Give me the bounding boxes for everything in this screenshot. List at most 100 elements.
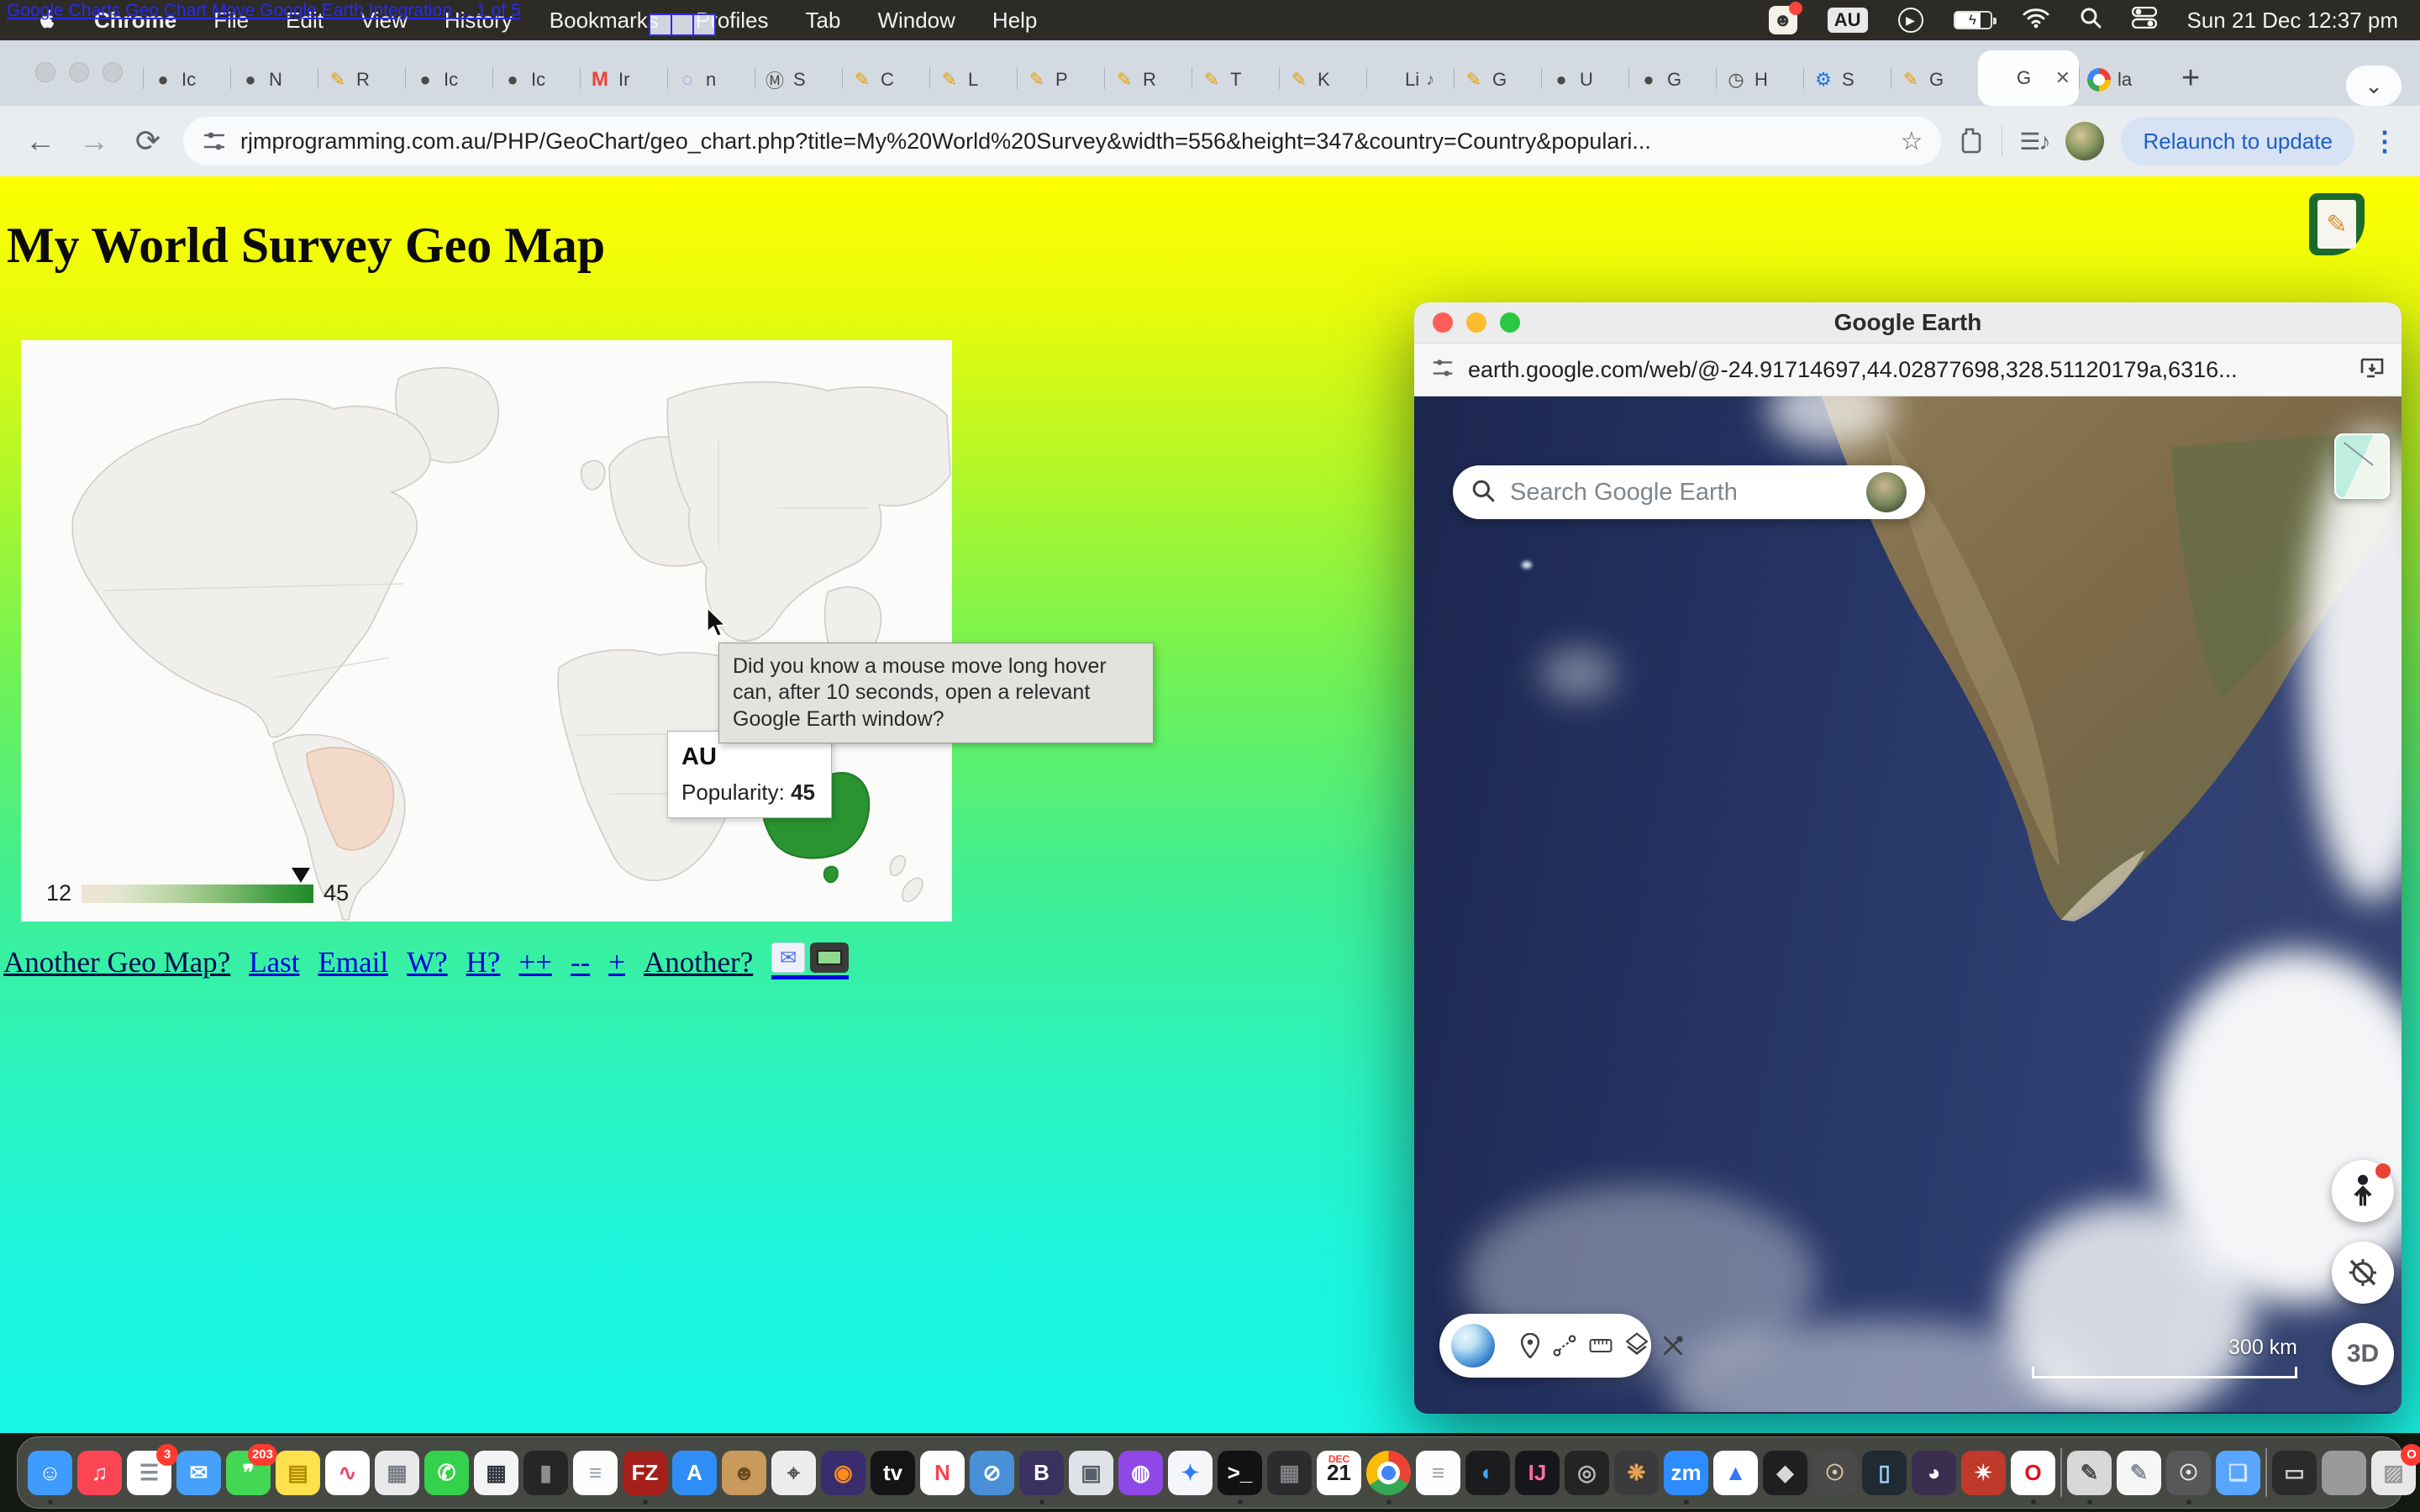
zoom-window-button[interactable] xyxy=(103,62,123,82)
dock-item[interactable]: ▮ xyxy=(523,1451,568,1495)
page-link[interactable]: -- xyxy=(571,946,590,979)
earth-url-text[interactable]: earth.google.com/web/@-24.91714697,44.02… xyxy=(1468,357,2346,383)
browser-tab[interactable]: Ⓜ S xyxy=(755,54,842,106)
dock-item[interactable]: ▲ xyxy=(1713,1451,1758,1495)
dock-item[interactable]: ♫ xyxy=(77,1451,122,1495)
tab-close-button[interactable]: ✕ xyxy=(2055,67,2070,89)
browser-tab[interactable]: ✎ T xyxy=(1192,54,1279,106)
reload-button[interactable]: ⟳ xyxy=(129,123,166,159)
dock-item[interactable]: N xyxy=(920,1451,965,1495)
relaunch-to-update-button[interactable]: Relaunch to update xyxy=(2121,117,2354,165)
dock-item[interactable]: ◆ xyxy=(1763,1451,1807,1495)
dock-item[interactable]: FZ xyxy=(623,1451,667,1495)
browser-tab[interactable]: ✎ G xyxy=(1891,54,1978,106)
dock-item[interactable]: ☰ 3 xyxy=(127,1451,171,1495)
browser-tab[interactable]: ✎ C xyxy=(842,54,929,106)
back-button[interactable]: ← xyxy=(22,123,59,159)
menu-item[interactable]: Help xyxy=(992,8,1037,34)
dock-item[interactable]: ◉ xyxy=(821,1451,865,1495)
earth-traffic-lights[interactable] xyxy=(1433,312,1520,333)
menu-item[interactable]: Bookmarks xyxy=(550,8,659,34)
menu-item[interactable]: Window xyxy=(877,8,955,34)
menu-item[interactable]: Tab xyxy=(806,8,841,34)
layers-icon[interactable] xyxy=(1625,1331,1649,1360)
browser-tab[interactable]: ● G xyxy=(1628,54,1716,106)
earth-url-bar[interactable]: earth.google.com/web/@-24.91714697,44.02… xyxy=(1414,343,2402,396)
earth-close-button[interactable] xyxy=(1433,312,1453,333)
dock-item[interactable]: ❋ xyxy=(1614,1451,1659,1495)
control-center-icon[interactable] xyxy=(2132,7,2157,34)
browser-tab[interactable]: Li ♪ xyxy=(1366,54,1454,106)
dock-item[interactable]: ◕ xyxy=(1912,1451,1956,1495)
dock-item[interactable]: tv xyxy=(871,1451,915,1495)
draw-path-icon[interactable] xyxy=(1553,1331,1576,1360)
browser-tab[interactable]: G ✕ xyxy=(1978,50,2079,106)
tab-search-button[interactable]: ⌄ xyxy=(2346,66,2402,106)
dock-item[interactable] xyxy=(2265,1448,2267,1497)
close-window-button[interactable] xyxy=(35,62,55,82)
dock-item[interactable]: ▤ xyxy=(276,1451,320,1495)
earth-minimize-button[interactable] xyxy=(1466,312,1486,333)
dock-item[interactable]: ☺ xyxy=(28,1451,72,1495)
earth-site-settings-icon[interactable] xyxy=(1431,356,1455,384)
page-link[interactable]: ++ xyxy=(518,946,551,979)
forward-button[interactable]: → xyxy=(76,123,113,159)
email-icon-link[interactable]: ✉ xyxy=(771,942,849,979)
spotlight-search-icon[interactable] xyxy=(2080,7,2102,34)
dock-item[interactable]: ✴ xyxy=(1961,1451,2006,1495)
earth-search-bar[interactable] xyxy=(1453,465,1925,519)
site-settings-icon[interactable] xyxy=(202,129,227,154)
dock-item[interactable]: ≡ xyxy=(1416,1451,1460,1495)
browser-tab[interactable]: ◷ H xyxy=(1716,54,1803,106)
dock-item[interactable] xyxy=(2322,1451,2366,1495)
dock-item[interactable] xyxy=(1366,1451,1411,1495)
dock-item[interactable]: ☻ xyxy=(722,1451,766,1495)
minimize-window-button[interactable] xyxy=(69,62,89,82)
dock-item[interactable]: ✎ xyxy=(2067,1451,2112,1495)
dock-item[interactable]: ▨ O xyxy=(2371,1451,2416,1495)
measure-icon[interactable] xyxy=(1589,1331,1612,1360)
page-link[interactable]: Email xyxy=(318,946,388,979)
3d-view-button[interactable]: 3D xyxy=(2332,1323,2394,1385)
status-app-icon[interactable]: ☻ xyxy=(1769,6,1797,34)
dock-item[interactable]: ⌖ xyxy=(771,1451,816,1495)
dock-item[interactable]: ☉ xyxy=(2166,1451,2211,1495)
battery-icon[interactable]: ϟ xyxy=(1954,11,1992,29)
dock-item[interactable]: 21 DEC xyxy=(1317,1451,1361,1495)
browser-tab[interactable]: ✎ R xyxy=(1104,54,1192,106)
extension-icon[interactable] xyxy=(1958,126,1985,156)
browser-tab[interactable]: ⚙ S xyxy=(1803,54,1891,106)
annotate-icon[interactable] xyxy=(1661,1331,1685,1360)
dock-item[interactable] xyxy=(2060,1448,2062,1497)
browser-tab[interactable]: ● Ic xyxy=(492,54,580,106)
browser-tab[interactable]: ✎ R xyxy=(318,54,405,106)
dock-item[interactable]: ▯ xyxy=(1862,1451,1907,1495)
earth-zoom-button[interactable] xyxy=(1500,312,1520,333)
browser-tab[interactable]: ● N xyxy=(230,54,318,106)
page-link[interactable]: H? xyxy=(466,946,501,979)
now-playing-icon[interactable]: ▶ xyxy=(1898,8,1923,33)
media-playlist-icon[interactable]: ☰♪ xyxy=(2019,128,2049,155)
dock-item[interactable]: ◍ xyxy=(1118,1451,1163,1495)
earth-profile-avatar[interactable] xyxy=(1866,472,1907,512)
dock-item[interactable]: ▦ xyxy=(474,1451,518,1495)
browser-tab[interactable]: ✎ G xyxy=(1454,54,1541,106)
dock-item[interactable]: A xyxy=(672,1451,717,1495)
dock-item[interactable]: ✉ xyxy=(176,1451,221,1495)
dock-item[interactable]: ◎ xyxy=(1565,1451,1609,1495)
dock-item[interactable]: >_ xyxy=(1218,1451,1262,1495)
page-link[interactable]: Last xyxy=(249,946,299,979)
dock-item[interactable]: B xyxy=(1019,1451,1064,1495)
install-app-icon[interactable] xyxy=(2360,355,2385,385)
browser-tab[interactable]: ● U xyxy=(1541,54,1628,106)
new-tab-button[interactable]: + xyxy=(2181,62,2200,94)
google-earth-logo[interactable] xyxy=(1451,1324,1495,1368)
dock-item[interactable]: ✦ xyxy=(1168,1451,1213,1495)
earth-search-input[interactable] xyxy=(1510,479,1851,507)
browser-tab[interactable]: ◌ n xyxy=(667,54,755,106)
browser-tab[interactable]: la xyxy=(2079,54,2166,106)
window-traffic-lights[interactable] xyxy=(35,62,123,82)
profile-avatar[interactable] xyxy=(2065,122,2104,160)
wifi-icon[interactable] xyxy=(2023,7,2049,34)
chrome-menu-button[interactable]: ⋮ xyxy=(2371,125,2398,157)
